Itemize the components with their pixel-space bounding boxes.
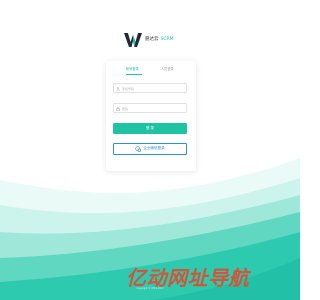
user-icon [116, 86, 120, 91]
logo: 愿达云 SCRM [124, 33, 174, 47]
lock-icon [116, 106, 120, 111]
password-field[interactable] [113, 103, 187, 113]
account-field[interactable] [113, 83, 187, 93]
tab-account-login[interactable]: 帐号登录 [126, 67, 139, 71]
active-tab-indicator [126, 74, 142, 75]
brand-text: 愿达云 [145, 36, 159, 42]
wechat-login-label: 企业微信登录 [143, 146, 165, 151]
brand-name: 愿达云 SCRM [145, 36, 174, 43]
copyright-text: Copyright © 2019-2023 [136, 287, 164, 290]
wechat-icon [135, 146, 142, 152]
logo-mark-icon [124, 33, 142, 47]
login-tabs: 帐号登录 人员登录 [106, 67, 196, 78]
password-input[interactable] [122, 105, 185, 112]
login-button[interactable]: 登 录 [113, 123, 187, 134]
login-card: 帐号登录 人员登录 登 录 企业微信登录 [106, 61, 196, 171]
account-input[interactable] [122, 85, 185, 92]
tab-member-login[interactable]: 人员登录 [161, 67, 174, 71]
brand-suffix: SCRM [160, 36, 174, 42]
wechat-login-button[interactable]: 企业微信登录 [113, 143, 187, 155]
